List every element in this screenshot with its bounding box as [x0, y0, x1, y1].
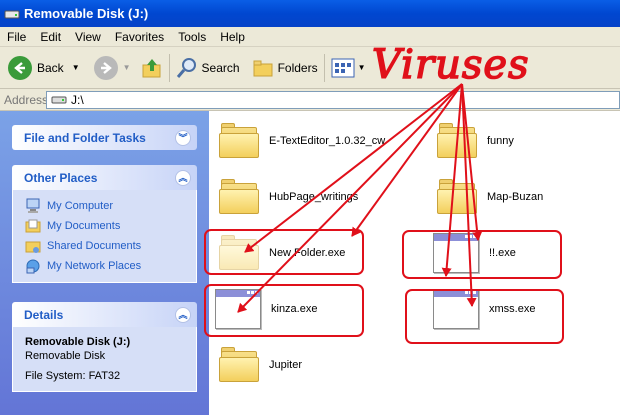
expand-chevron-icon[interactable]: ︾	[175, 129, 191, 146]
forward-arrow-icon	[93, 55, 118, 80]
title-bar: Removable Disk (J:)	[0, 0, 620, 27]
file-name: HubPage_writings	[269, 191, 359, 203]
file-item[interactable]: Jupiter	[219, 347, 302, 383]
place-label: Shared Documents	[47, 240, 142, 252]
file-item[interactable]: E-TextEditor_1.0.32_cw	[219, 123, 385, 159]
place-shared-documents[interactable]: Shared Documents	[25, 236, 196, 256]
folder-icon	[219, 179, 259, 215]
computer-icon	[26, 198, 40, 213]
search-button[interactable]: Search	[176, 57, 240, 79]
folder-icon	[437, 123, 477, 159]
details-title: Details	[24, 307, 64, 322]
window-title: Removable Disk (J:)	[24, 6, 149, 21]
place-label: My Computer	[47, 200, 114, 212]
place-my-documents[interactable]: My Documents	[25, 216, 196, 236]
task-pane: File and Folder Tasks ︾ Other Places ︽ M…	[0, 111, 209, 415]
folder-icon	[219, 347, 259, 383]
file-name: E-TextEditor_1.0.32_cw	[269, 135, 386, 147]
annotation-box	[405, 289, 564, 344]
details-body: Removable Disk (J:) Removable Disk File …	[12, 327, 197, 392]
toolbar-separator	[323, 53, 325, 82]
drive-icon	[51, 96, 67, 103]
details-header[interactable]: Details ︽	[12, 302, 197, 327]
place-label: My Documents	[47, 220, 121, 232]
address-value: J:\	[71, 92, 84, 107]
other-places-title: Other Places	[24, 170, 98, 185]
back-arrow-icon	[8, 55, 32, 80]
collapse-chevron-icon[interactable]: ︽	[175, 169, 191, 186]
folder-icon	[437, 179, 477, 215]
views-icon	[331, 58, 355, 77]
back-dropdown-icon[interactable]: ▼	[72, 63, 80, 72]
forward-dropdown-icon[interactable]: ▼	[123, 63, 131, 72]
details-panel: Details ︽ Removable Disk (J:) Removable …	[12, 302, 197, 392]
drive-icon	[4, 10, 20, 18]
file-name: Map-Buzan	[487, 191, 544, 203]
file-name: funny	[487, 135, 514, 147]
menu-tools[interactable]: Tools	[171, 30, 213, 44]
folders-button[interactable]: Folders	[252, 58, 318, 78]
documents-folder-icon	[25, 219, 41, 233]
address-input[interactable]: J:\	[46, 90, 620, 109]
details-filesystem: File System: FAT32	[25, 370, 121, 382]
back-button[interactable]: Back ▼	[8, 55, 80, 80]
other-places-header[interactable]: Other Places ︽	[12, 165, 197, 190]
views-button[interactable]: ▼	[331, 57, 366, 79]
file-item[interactable]: HubPage_writings	[219, 179, 358, 215]
views-dropdown-icon[interactable]: ▼	[358, 63, 366, 72]
menu-view[interactable]: View	[68, 30, 108, 44]
annotation-box	[402, 230, 562, 279]
place-label: My Network Places	[47, 260, 142, 272]
folder-icon	[219, 123, 259, 159]
place-my-network-places[interactable]: My Network Places	[25, 256, 196, 276]
menu-favorites[interactable]: Favorites	[108, 30, 171, 44]
toolbar-separator	[168, 53, 170, 82]
file-folder-tasks-title: File and Folder Tasks	[24, 130, 146, 145]
menu-file[interactable]: File	[0, 30, 33, 44]
file-item[interactable]: Map-Buzan	[437, 179, 543, 215]
other-places-list: My Computer My Documents Shared Document…	[12, 190, 197, 283]
menu-help[interactable]: Help	[213, 30, 252, 44]
collapse-chevron-icon[interactable]: ︽	[175, 306, 191, 323]
file-folder-tasks-panel: File and Folder Tasks ︾	[12, 125, 197, 150]
annotation-box	[204, 284, 364, 337]
search-label: Search	[201, 60, 240, 75]
file-folder-tasks-header[interactable]: File and Folder Tasks ︾	[12, 125, 197, 150]
shared-folder-icon	[25, 241, 41, 253]
folders-icon	[253, 60, 273, 76]
folders-label: Folders	[277, 60, 318, 75]
file-name: Jupiter	[269, 359, 303, 371]
details-type: Removable Disk	[25, 350, 106, 362]
toolbar: Back ▼ ▼ Search Folders ▼	[0, 47, 620, 89]
file-item[interactable]: funny	[437, 123, 514, 159]
address-label: Address	[4, 92, 49, 107]
search-icon	[176, 57, 196, 78]
place-my-computer[interactable]: My Computer	[25, 196, 196, 216]
up-folder-button[interactable]	[141, 57, 163, 79]
annotation-box	[204, 229, 364, 275]
details-name: Removable Disk (J:)	[25, 336, 131, 348]
up-folder-icon	[142, 58, 161, 77]
menu-bar: File Edit View Favorites Tools Help	[0, 27, 620, 47]
forward-button[interactable]: ▼	[93, 55, 131, 80]
address-bar: Address J:\	[0, 89, 620, 111]
back-label: Back	[37, 60, 64, 75]
network-icon	[26, 259, 40, 274]
menu-edit[interactable]: Edit	[33, 30, 68, 44]
file-list: E-TextEditor_1.0.32_cw funny HubPage_wri…	[204, 111, 620, 415]
other-places-panel: Other Places ︽ My Computer My Documents …	[12, 165, 197, 283]
